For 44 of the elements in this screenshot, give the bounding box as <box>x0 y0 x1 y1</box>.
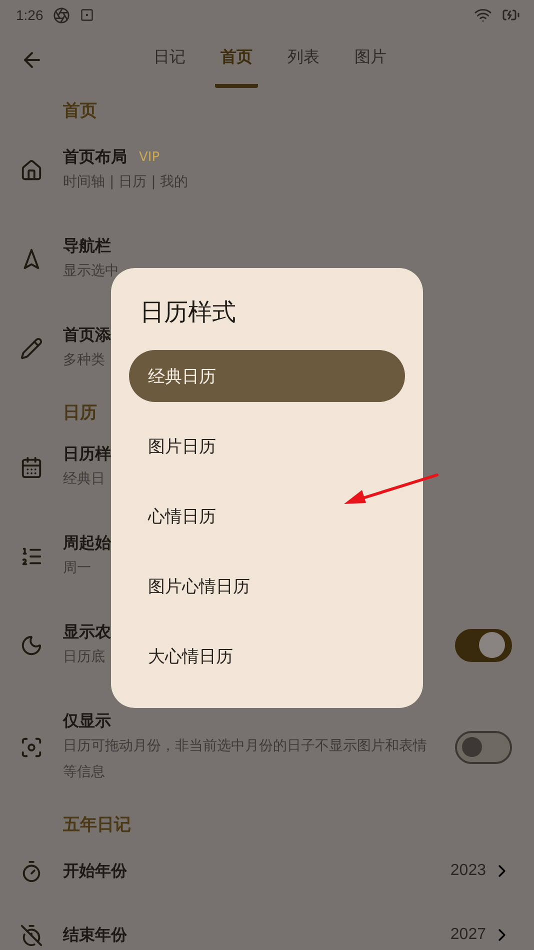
calendar-icon <box>20 456 43 478</box>
home-icon <box>20 158 43 182</box>
dialog-title: 日历样式 <box>139 297 237 328</box>
setting-subtitle: 经典日 <box>63 470 105 489</box>
setting-subtitle: 时间轴 | 日历 | 我的 <box>63 173 188 192</box>
timer-off-icon <box>20 924 43 946</box>
setting-title: 首页添 <box>63 324 111 346</box>
wifi-icon <box>474 6 492 24</box>
timer-icon <box>20 860 43 882</box>
setting-subtitle: 多种类 <box>63 351 105 370</box>
setting-title: 开始年份 <box>63 860 127 882</box>
setting-subtitle: 日历可拖动月份，非当前选中月份的日子不显示图片和表情等信息 <box>63 737 428 782</box>
tab[interactable]: 图片 <box>349 32 392 88</box>
setting-subtitle: 日历底 <box>63 648 105 667</box>
setting-title: 日历样 <box>63 444 111 464</box>
setting-value: 2023 <box>450 862 486 880</box>
status-time: 1:26 <box>16 7 44 23</box>
setting-subtitle: 周一 <box>63 559 91 578</box>
section-header: 首页 <box>62 100 98 122</box>
section-header: 日历 <box>62 402 98 424</box>
moon-icon <box>20 634 43 656</box>
pencil-icon <box>20 336 43 360</box>
app-icon <box>80 8 94 22</box>
focus-icon <box>20 736 43 758</box>
setting-value: 2027 <box>450 926 486 944</box>
vip-label: VIP <box>139 150 160 164</box>
toggle-switch[interactable] <box>455 730 512 764</box>
setting-title: 导航栏 <box>63 236 111 256</box>
setting-title: 结束年份 <box>63 924 127 946</box>
setting-title: 周起始 <box>63 532 111 554</box>
setting-title: 显示农 <box>63 622 111 642</box>
dialog-option[interactable]: 大心情日历 <box>129 630 405 682</box>
section-header: 五年日记 <box>62 814 132 836</box>
toggle-switch[interactable] <box>455 628 512 662</box>
dialog-option[interactable]: 心情日历 <box>129 490 405 542</box>
tab[interactable]: 列表 <box>282 32 325 88</box>
setting-title: 首页布局 <box>63 146 127 168</box>
setting-title: 仅显示 <box>63 710 111 732</box>
dialog-option[interactable]: 经典日历 <box>129 350 405 402</box>
dialog-option[interactable]: 图片心情日历 <box>129 560 405 612</box>
tab[interactable]: 日记 <box>148 32 191 88</box>
aperture-icon <box>53 6 70 24</box>
dialog-option[interactable]: 图片日历 <box>129 420 405 472</box>
setting-subtitle: 显示选中 <box>63 262 119 281</box>
